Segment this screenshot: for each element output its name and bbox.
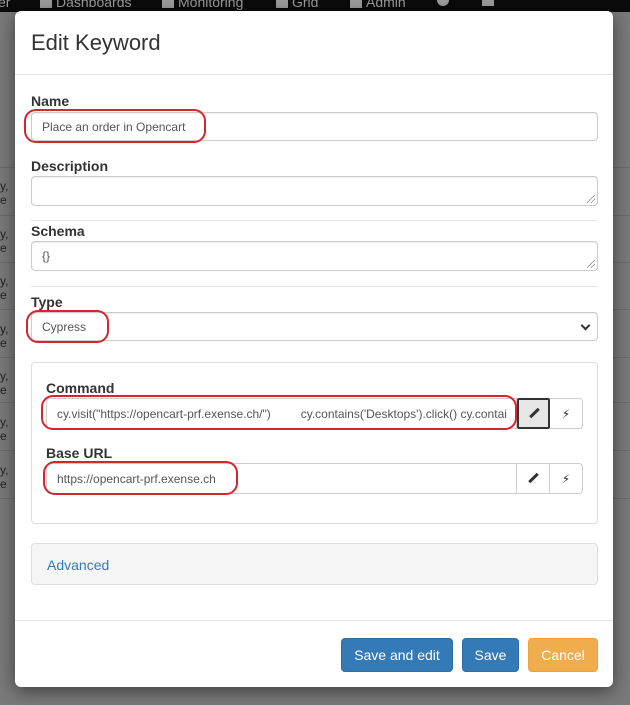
name-label: Name: [31, 93, 70, 109]
save-and-edit-button[interactable]: Save and edit: [341, 638, 453, 672]
save-button[interactable]: Save: [462, 638, 519, 672]
menu-button[interactable]: [482, 0, 494, 6]
description-label: Description: [31, 158, 109, 174]
grid-icon: [276, 0, 288, 8]
help-icon: [437, 0, 449, 6]
resize-grip-icon[interactable]: [587, 195, 595, 203]
pencil-icon: [528, 408, 540, 420]
highlight-name: [24, 109, 206, 143]
row-text-stub: y, e: [0, 463, 9, 491]
advanced-panel[interactable]: Advanced: [31, 543, 598, 585]
bolt-icon: ⚡︎: [561, 471, 571, 486]
advanced-link[interactable]: Advanced: [47, 557, 109, 573]
highlight-command: [41, 395, 517, 430]
help-button[interactable]: [437, 0, 449, 6]
type-label: Type: [31, 294, 63, 310]
command-dynamic-button[interactable]: ⚡︎: [550, 398, 583, 429]
row-text-stub: y, e: [0, 274, 9, 302]
description-textarea[interactable]: [31, 176, 598, 206]
modal-footer-divider: [15, 620, 613, 621]
bolt-icon: ⚡︎: [561, 406, 571, 421]
row-text-stub: y, e: [0, 179, 9, 207]
modal-header: Edit Keyword: [15, 11, 613, 75]
dashboard-icon: [162, 0, 174, 8]
resize-grip-icon[interactable]: [587, 260, 595, 268]
command-label: Command: [46, 380, 115, 396]
base-url-dynamic-button[interactable]: ⚡︎: [550, 463, 583, 494]
divider: [31, 286, 598, 287]
row-text-stub: y, e: [0, 322, 9, 350]
menu-icon: [482, 0, 494, 6]
nav-item-monitoring[interactable]: Monitoring: [162, 0, 243, 10]
pencil-icon: [527, 473, 539, 485]
highlight-base-url: [43, 461, 238, 495]
cypress-settings-panel: Command cy.visit("https://opencart-prf.e…: [31, 362, 598, 524]
modal-title: Edit Keyword: [31, 30, 161, 55]
row-text-stub: y, e: [0, 415, 9, 443]
cancel-button[interactable]: Cancel: [528, 638, 598, 672]
nav-item-dashboards[interactable]: Dashboards: [40, 0, 132, 10]
row-text-stub: y, e: [0, 369, 9, 397]
base-url-edit-button[interactable]: [517, 463, 550, 494]
base-url-label: Base URL: [46, 445, 113, 461]
nav-item-grid[interactable]: Grid: [276, 0, 318, 10]
bar-chart-icon: [40, 0, 52, 8]
nav-item-admin[interactable]: Admin: [350, 0, 406, 10]
row-text-stub: y, e: [0, 227, 9, 255]
schema-value: {}: [42, 249, 51, 263]
schema-label: Schema: [31, 223, 85, 239]
schema-textarea[interactable]: {}: [31, 241, 598, 271]
chevron-down-icon: [580, 320, 591, 331]
edit-keyword-modal: Edit Keyword Name Place an order in Open…: [15, 11, 613, 687]
highlight-type: [26, 310, 109, 343]
divider: [31, 220, 598, 221]
gear-icon: [350, 0, 362, 8]
nav-item-partial[interactable]: er: [0, 0, 10, 10]
type-select[interactable]: Cypress: [31, 312, 598, 341]
command-edit-button[interactable]: [517, 398, 550, 429]
